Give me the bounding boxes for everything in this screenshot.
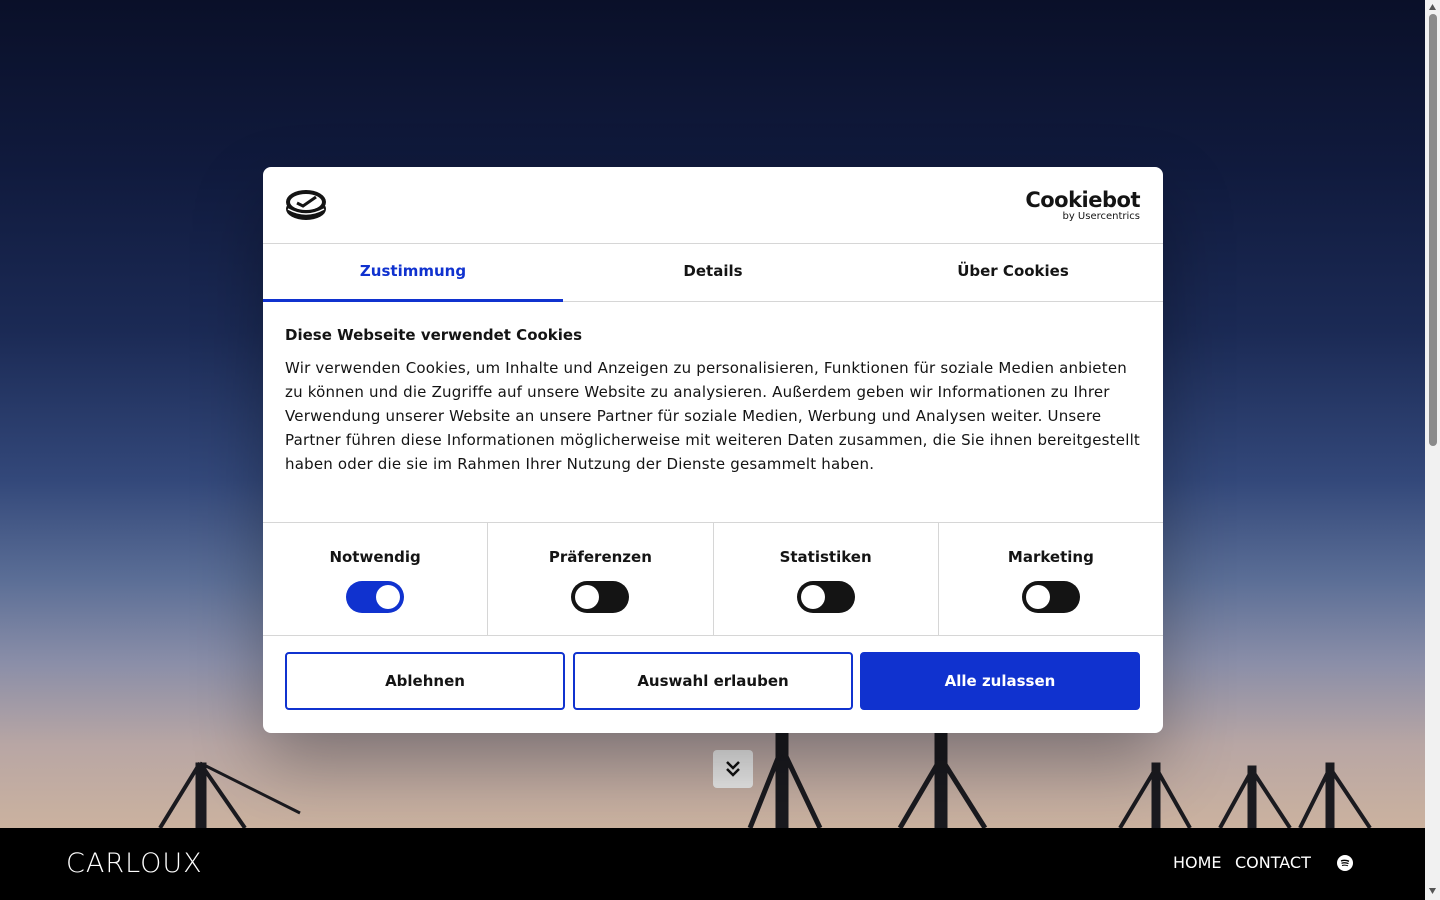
marketing-toggle[interactable]	[1021, 581, 1080, 613]
statistiken-toggle[interactable]	[796, 581, 855, 613]
category-marketing: Marketing	[939, 523, 1163, 635]
allow-all-button[interactable]: Alle zulassen	[860, 652, 1140, 710]
category-label: Präferenzen	[548, 548, 652, 566]
consent-tabs: Zustimmung Details Über Cookies	[263, 244, 1163, 302]
double-chevron-down-icon	[726, 761, 740, 777]
scroll-down-button[interactable]	[713, 750, 753, 788]
toggle-knob	[800, 585, 825, 609]
nav-contact-link[interactable]: CONTACT	[1235, 853, 1311, 872]
spotify-icon[interactable]	[1337, 855, 1353, 871]
category-label: Marketing	[1007, 548, 1094, 566]
praeferenzen-toggle[interactable]	[571, 581, 630, 613]
dialog-header: Cookiebot by Usercentrics	[263, 167, 1163, 244]
cookiebot-by: by Usercentrics	[1062, 211, 1140, 222]
scroll-up-arrow-icon[interactable]	[1428, 3, 1437, 11]
cookiebot-logo[interactable]: Cookiebot by Usercentrics	[1025, 189, 1140, 222]
scroll-down-arrow-icon[interactable]	[1428, 887, 1437, 895]
decline-button[interactable]: Ablehnen	[285, 652, 565, 710]
allow-selection-button[interactable]: Auswahl erlauben	[573, 652, 853, 710]
notwendig-toggle[interactable]	[346, 581, 405, 613]
site-logo[interactable]: CARLOUX	[66, 848, 203, 880]
cookie-brand-icon	[286, 190, 326, 220]
category-label: Statistiken	[779, 548, 872, 566]
category-statistiken: Statistiken	[714, 523, 939, 635]
tab-ueber-cookies[interactable]: Über Cookies	[863, 244, 1163, 301]
category-notwendig: Notwendig	[263, 523, 489, 635]
consent-title: Diese Webseite verwendet Cookies	[285, 326, 583, 344]
category-praeferenzen: Präferenzen	[488, 523, 714, 635]
consent-buttons: Ablehnen Auswahl erlauben Alle zulassen	[285, 652, 1141, 711]
scrollbar-thumb[interactable]	[1429, 14, 1437, 446]
tab-zustimmung[interactable]: Zustimmung	[263, 244, 563, 302]
category-label: Notwendig	[329, 548, 421, 566]
toggle-knob	[1025, 585, 1050, 609]
nav-home-link[interactable]: HOME	[1173, 853, 1222, 872]
consent-description: Wir verwenden Cookies, um Inhalte und An…	[285, 359, 1141, 473]
toggle-knob	[575, 585, 600, 609]
cookie-consent-dialog: Cookiebot by Usercentrics Zustimmung Det…	[263, 167, 1163, 733]
tab-details[interactable]: Details	[563, 244, 863, 301]
consent-categories: Notwendig Präferenzen Statistiken Market…	[263, 522, 1163, 636]
cookiebot-name: Cookiebot	[1025, 188, 1140, 212]
toggle-knob	[376, 585, 401, 609]
